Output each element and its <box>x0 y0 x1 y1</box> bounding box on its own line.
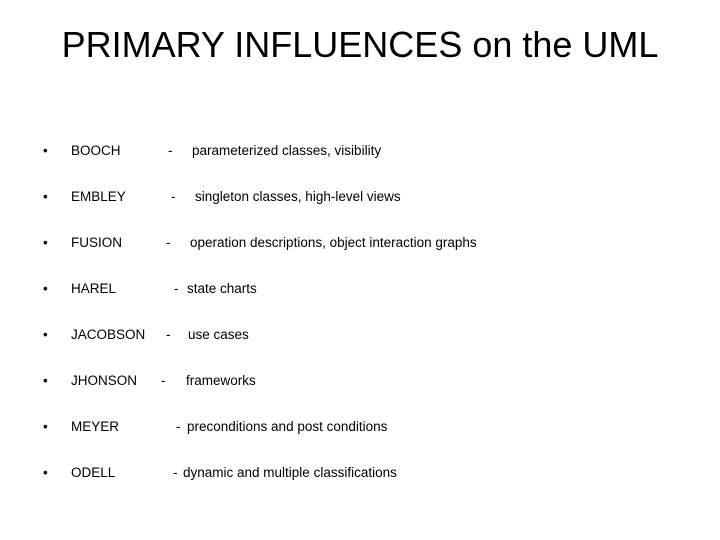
bullet-icon: • <box>43 189 48 204</box>
separator-dash: - <box>166 327 171 342</box>
list-item: • JACOBSON - use cases <box>0 312 720 358</box>
influence-name: EMBLEY <box>71 189 126 204</box>
bullet-icon: • <box>43 373 48 388</box>
influence-description: singleton classes, high-level views <box>195 189 401 204</box>
influence-name: BOOCH <box>71 143 121 158</box>
separator-dash: - <box>166 235 171 250</box>
influences-list: • BOOCH - parameterized classes, visibility… <box>0 128 720 496</box>
influence-name: JHONSON <box>71 373 138 388</box>
list-item: • MEYER - preconditions and post conditions <box>0 404 720 450</box>
influence-description: dynamic and multiple classifications <box>183 465 397 480</box>
list-item: • ODELL - dynamic and multiple classificati… <box>0 450 720 496</box>
influence-name: FUSION <box>71 235 123 250</box>
page-title: PRIMARY INFLUENCES on the UML <box>61 24 659 65</box>
influence-description: state charts <box>187 281 257 296</box>
influence-description: frameworks <box>186 373 256 388</box>
influence-name: HAREL <box>71 281 117 296</box>
separator-dash: - <box>171 189 176 204</box>
bullet-icon: • <box>43 143 48 158</box>
influence-description: use cases <box>188 327 249 342</box>
bullet-icon: • <box>43 235 48 250</box>
list-item: • EMBLEY - singleton classes, high-level vi… <box>0 174 720 220</box>
separator-dash: - <box>168 143 173 158</box>
separator-dash: - <box>161 373 166 388</box>
influence-name: JACOBSON <box>71 327 146 342</box>
list-item: • FUSION - operation descriptions, object i… <box>0 220 720 266</box>
bullet-icon: • <box>43 419 48 434</box>
list-item: • HAREL - state charts <box>0 266 720 312</box>
bullet-icon: • <box>43 281 48 296</box>
slide: PRIMARY INFLUENCES on the UML • BOOCH - par… <box>0 0 720 540</box>
separator-dash: - <box>173 465 178 480</box>
influence-description: operation descriptions, object interacti… <box>190 235 477 250</box>
bullet-icon: • <box>43 327 48 342</box>
list-item: • JHONSON - frameworks <box>0 358 720 404</box>
list-item: • BOOCH - parameterized classes, visibility <box>0 128 720 174</box>
influence-name: MEYER <box>71 419 120 434</box>
bullet-icon: • <box>43 465 48 480</box>
influence-name: ODELL <box>71 465 116 480</box>
influence-description: preconditions and post conditions <box>187 419 388 434</box>
influence-description: parameterized classes, visibility <box>192 143 382 158</box>
separator-dash: - <box>174 281 179 296</box>
separator-dash: - <box>176 419 181 434</box>
